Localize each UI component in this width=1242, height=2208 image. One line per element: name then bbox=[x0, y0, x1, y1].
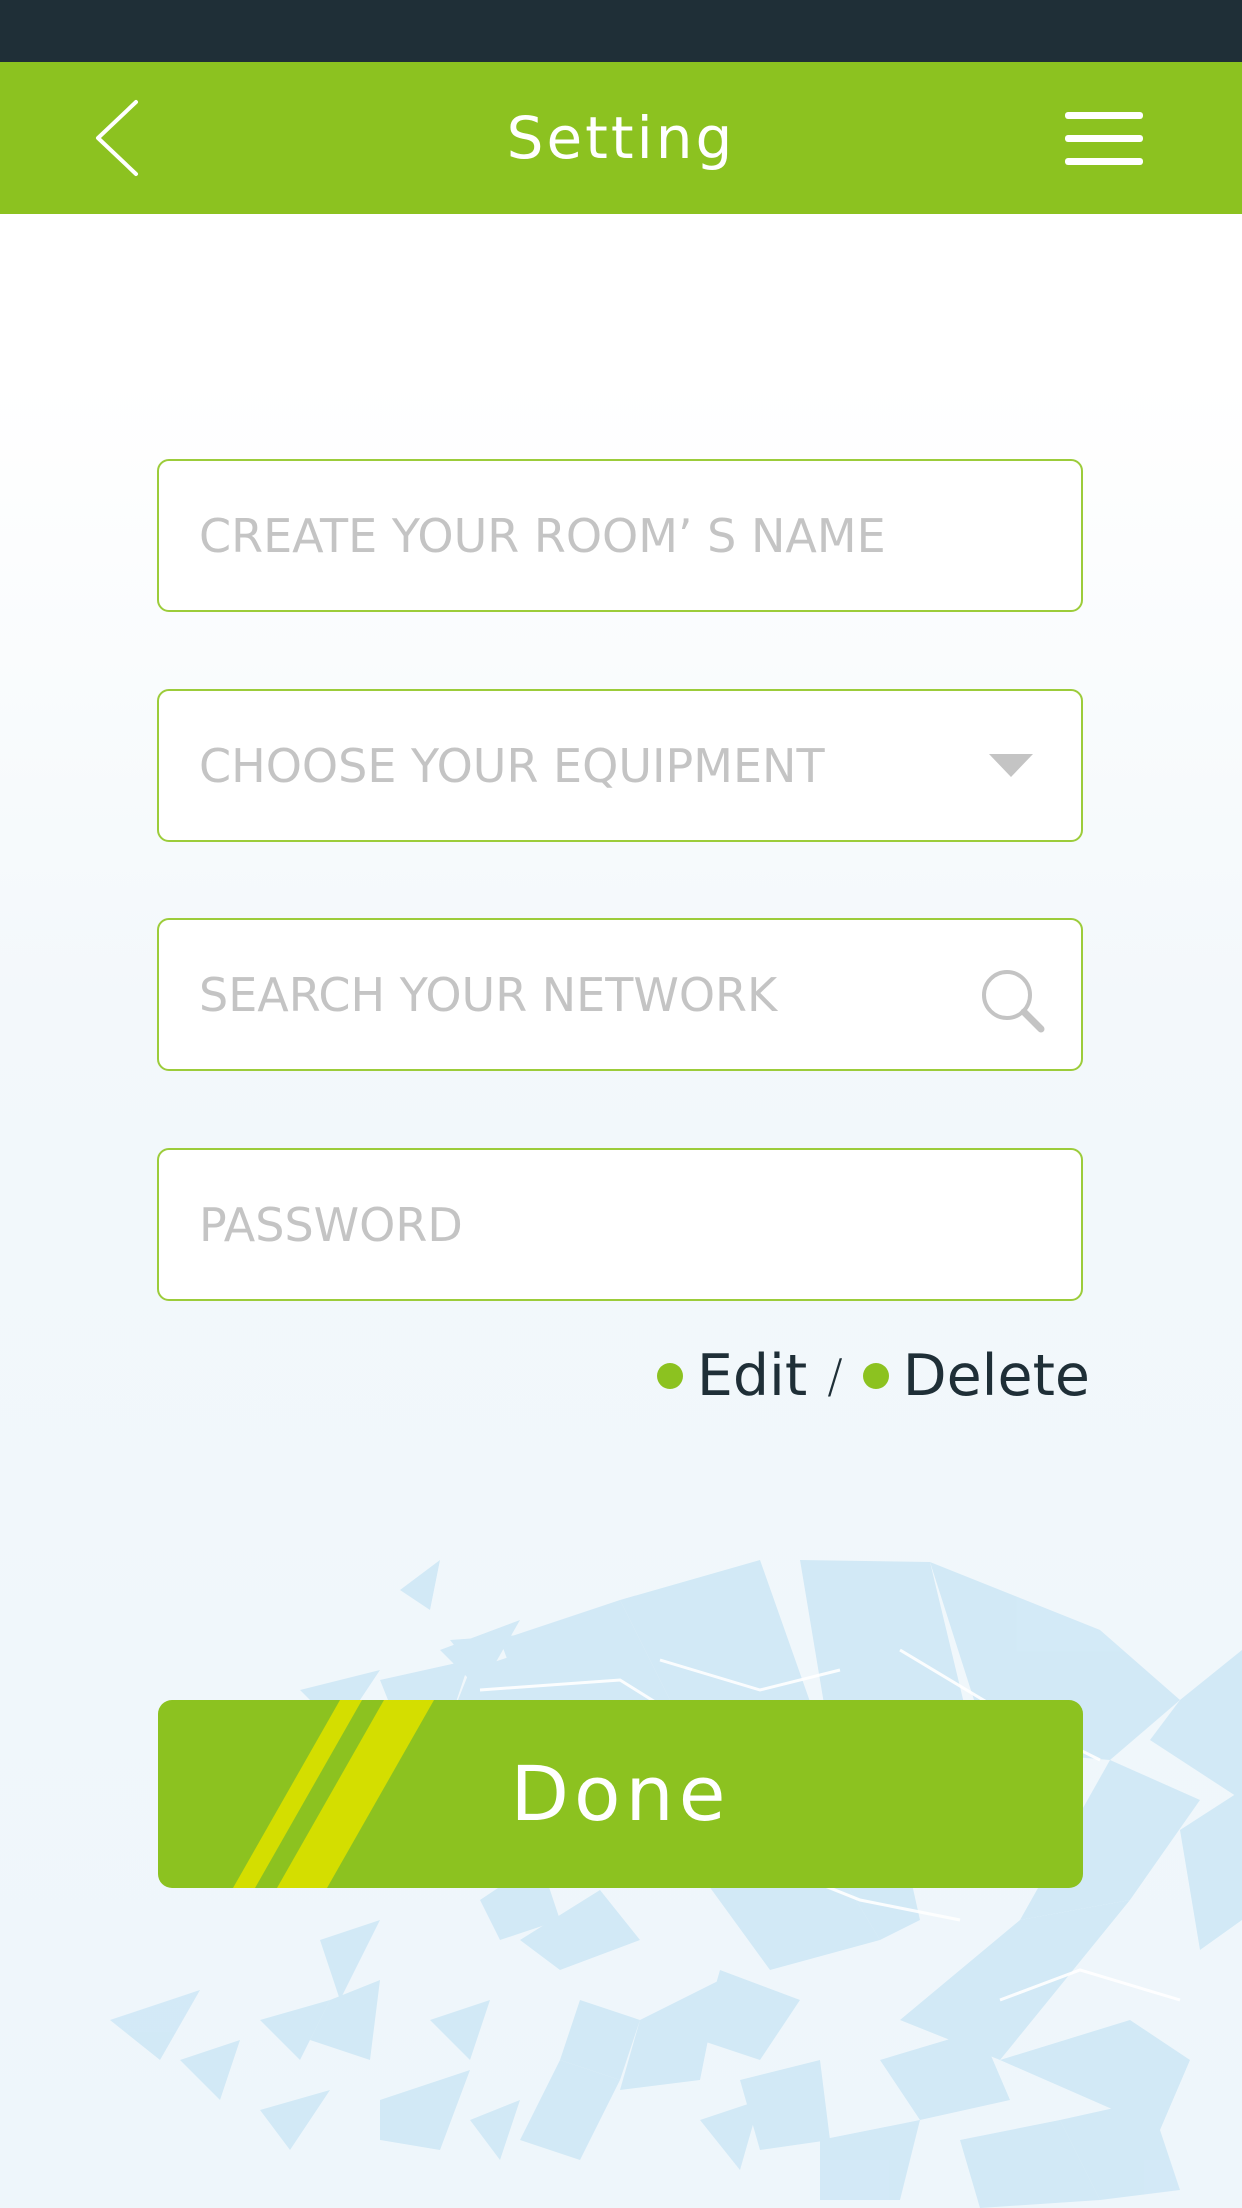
equipment-select[interactable] bbox=[157, 689, 1083, 842]
network-search-field[interactable] bbox=[157, 918, 1083, 1071]
edit-delete-actions: Edit / Delete bbox=[620, 1334, 1090, 1418]
equipment-input[interactable] bbox=[199, 691, 979, 840]
done-button[interactable]: Done bbox=[158, 1700, 1083, 1888]
delete-link[interactable]: Delete bbox=[862, 1343, 1090, 1409]
action-separator: / bbox=[827, 1349, 843, 1403]
room-name-field[interactable] bbox=[157, 459, 1083, 612]
menu-button[interactable] bbox=[1050, 102, 1158, 174]
delete-label: Delete bbox=[902, 1343, 1090, 1409]
delete-dot-icon bbox=[862, 1363, 889, 1389]
edit-link[interactable]: Edit bbox=[656, 1343, 808, 1409]
password-field[interactable] bbox=[157, 1148, 1083, 1301]
network-search-input[interactable] bbox=[199, 920, 979, 1069]
dropdown-triangle-icon[interactable] bbox=[985, 751, 1037, 781]
password-input[interactable] bbox=[199, 1150, 979, 1299]
done-button-label: Done bbox=[510, 1749, 731, 1838]
navigation-bar: Setting bbox=[0, 62, 1242, 214]
edit-label: Edit bbox=[696, 1343, 808, 1409]
edit-dot-icon bbox=[656, 1363, 683, 1389]
status-bar bbox=[0, 0, 1242, 62]
room-name-input[interactable] bbox=[199, 461, 979, 610]
hamburger-menu-icon bbox=[1065, 112, 1143, 165]
search-icon[interactable] bbox=[977, 965, 1049, 1037]
